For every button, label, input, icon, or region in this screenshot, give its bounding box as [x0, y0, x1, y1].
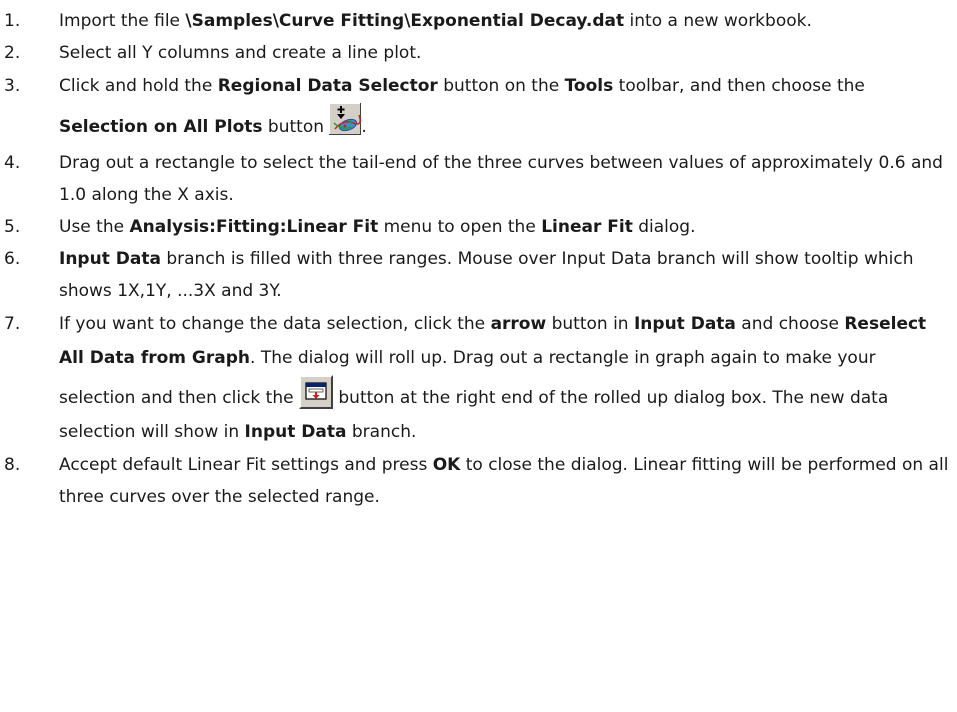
step-6: 6. Input Data branch is filled with thre… [0, 243, 957, 307]
step-text: into a new workbook. [624, 11, 812, 31]
step-8: 8. Accept default Linear Fit settings an… [0, 449, 957, 513]
step-text: toolbar, and then choose the [613, 76, 865, 96]
step-text: branch. [346, 422, 417, 442]
step-text: If you want to change the data selection… [59, 314, 491, 334]
step-number: 1. [4, 11, 21, 31]
regional-data-selector-label: Regional Data Selector [217, 76, 438, 96]
linear-fit-dialog-label: Linear Fit [541, 217, 633, 237]
step-text: and choose [735, 314, 845, 334]
selection-on-all-plots-icon [329, 103, 362, 147]
step-number: 6. [4, 249, 21, 269]
input-data-label: Input Data [59, 249, 161, 269]
step-text: dialog. [632, 217, 696, 237]
ok-label: OK [432, 455, 461, 475]
step-text: Import the file [59, 11, 186, 31]
step-number: 7. [4, 314, 21, 334]
step-text: branch is filled with three ranges. Mous… [59, 249, 914, 301]
step-text: menu to open the [378, 217, 542, 237]
menu-path: Analysis:Fitting:Linear Fit [129, 217, 379, 237]
selection-on-all-plots-label: Selection on All Plots [59, 117, 263, 137]
step-3: 3. Click and hold the Regional Data Sele… [0, 69, 957, 147]
step-4: 4. Drag out a rectangle to select the ta… [0, 147, 957, 211]
step-text: button [262, 117, 330, 137]
step-text: Accept default Linear Fit settings and p… [59, 455, 433, 475]
input-data-label: Input Data [244, 422, 347, 442]
step-text: Select all Y columns and create a line p… [59, 43, 422, 63]
step-number: 8. [4, 455, 21, 475]
step-text: button on the [437, 76, 565, 96]
document-page: 1. Import the file \Samples\Curve Fittin… [0, 0, 957, 712]
step-5: 5. Use the Analysis:Fitting:Linear Fit m… [0, 211, 957, 243]
step-number: 5. [4, 217, 21, 237]
step-number: 3. [4, 76, 21, 96]
arrow-button-label: arrow [490, 314, 547, 334]
roll-down-dialog-icon [298, 375, 333, 409]
step-7: 7. If you want to change the data select… [0, 307, 957, 449]
tools-toolbar-label: Tools [564, 76, 614, 96]
step-text: Use the [59, 217, 130, 237]
step-number: 2. [4, 43, 21, 63]
input-data-label: Input Data [633, 314, 736, 334]
step-text: button in [546, 314, 634, 334]
steps-list: 1. Import the file \Samples\Curve Fittin… [0, 5, 957, 513]
step-text: Drag out a rectangle to select the tail-… [59, 153, 943, 205]
step-text: Click and hold the [59, 76, 218, 96]
step-1: 1. Import the file \Samples\Curve Fittin… [0, 5, 957, 37]
step-text: . [361, 117, 367, 137]
step-2: 2. Select all Y columns and create a lin… [0, 37, 957, 69]
step-number: 4. [4, 153, 21, 173]
file-path: \Samples\Curve Fitting\Exponential Decay… [185, 11, 625, 31]
